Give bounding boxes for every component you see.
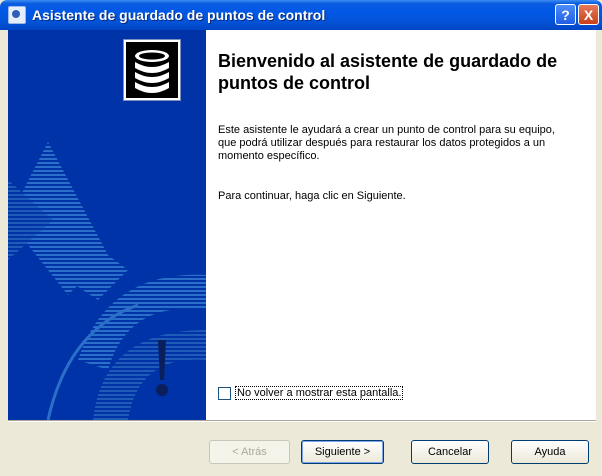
wizard-heading: Bienvenido al asistente de guardado de p… — [218, 51, 558, 93]
close-button[interactable]: X — [578, 4, 599, 25]
dont-show-again-row[interactable]: No volver a mostrar esta pantalla. — [218, 386, 404, 400]
dont-show-again-checkbox[interactable] — [218, 386, 231, 400]
wizard-text-panel: Bienvenido al asistente de guardado de p… — [206, 30, 596, 420]
title-bar[interactable]: Asistente de guardado de puntos de contr… — [0, 0, 602, 30]
dont-show-again-label[interactable]: No volver a mostrar esta pantalla. — [235, 386, 404, 400]
database-stack-icon — [124, 40, 180, 100]
footer-divider — [8, 420, 596, 422]
next-button[interactable]: Siguiente > — [301, 440, 384, 464]
wizard-icon — [8, 6, 26, 24]
help-title-button[interactable]: ? — [555, 4, 576, 25]
help-button[interactable]: Ayuda — [511, 440, 589, 464]
back-button[interactable]: < Atrás — [209, 440, 290, 464]
cancel-button[interactable]: Cancelar — [411, 440, 489, 464]
wizard-instruction: Para continuar, haga clic en Siguiente. — [218, 190, 406, 202]
wizard-window: Asistente de guardado de puntos de contr… — [0, 0, 602, 476]
window-title: Asistente de guardado de puntos de contr… — [32, 7, 326, 23]
wizard-description: Este asistente le ayudará a crear un pun… — [218, 124, 555, 162]
